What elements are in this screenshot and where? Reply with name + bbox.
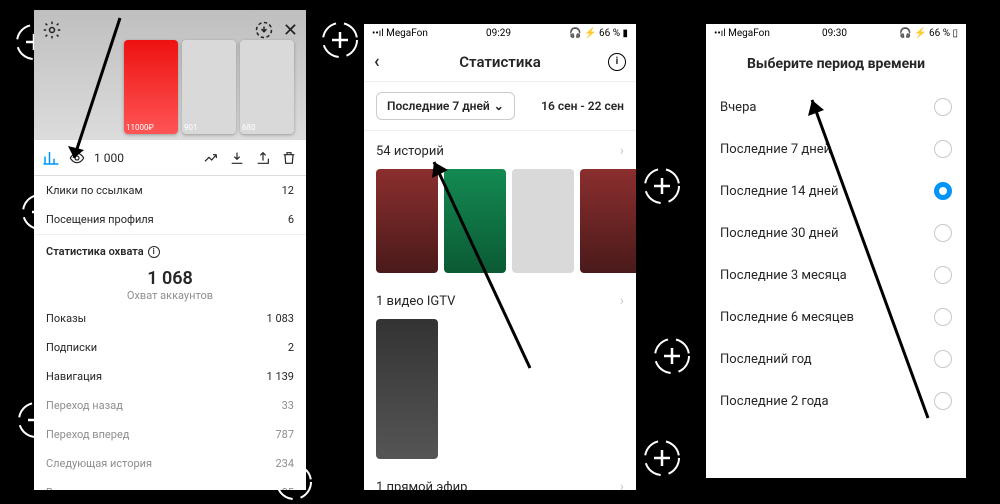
stories-thumbs (364, 165, 636, 281)
stat-value: 12 (282, 184, 294, 197)
igtv-section[interactable]: 1 видео IGTV› (364, 281, 636, 315)
stat-row: Показы1 083 (34, 304, 306, 333)
stat-row: Клики по ссылкам 12 (34, 176, 306, 205)
period-option[interactable]: Последние 30 дней (706, 212, 966, 254)
chevron-right-icon: › (620, 479, 624, 490)
screen-period-picker: ••ıl МegaFon 09:30 🎧 ⚡ 66 % ▯ Выберите п… (706, 24, 966, 478)
period-option[interactable]: Последние 3 месяца (706, 254, 966, 296)
option-label: Последние 7 дней (720, 142, 831, 157)
sheet-title: Выберите период времени (706, 42, 966, 86)
decor-plus (640, 164, 684, 208)
stat-label: Клики по ссылкам (46, 184, 143, 197)
filter-bar: Последние 7 дней ⌄ 16 сен - 22 сен (364, 82, 636, 130)
story-thumb[interactable]: 901 (182, 40, 236, 134)
option-label: Вчера (720, 100, 756, 115)
battery: 🎧 ⚡ 66 % ▯ (899, 28, 958, 39)
status-bar: ••ıl МegaFon 09:29 🎧 ⚡ 66 % ▮ (364, 24, 636, 42)
option-label: Последний год (720, 352, 812, 367)
clock: 09:30 (770, 28, 899, 39)
story-thumb[interactable] (512, 169, 574, 273)
radio-icon (934, 350, 952, 368)
option-label: Последние 3 месяца (720, 268, 847, 283)
period-option[interactable]: Последние 2 года (706, 380, 966, 422)
stat-row: Посещения профиля 6 (34, 205, 306, 234)
story-thumb[interactable]: 680 (240, 40, 294, 134)
reach-accounts: 1 068 Охват аккаунтов (34, 262, 306, 304)
screen-insights: ••ıl МegaFon 09:29 🎧 ⚡ 66 % ▮ ‹ Статисти… (364, 24, 636, 490)
decor-plus (640, 436, 684, 480)
info-icon[interactable]: i (608, 53, 626, 71)
decor-plus (318, 18, 362, 62)
reach-section-title: Статистика охвата i (34, 235, 306, 262)
period-option[interactable]: Последний год (706, 338, 966, 380)
igtv-thumbs (364, 315, 636, 467)
page-title: Статистика (459, 53, 541, 71)
period-option[interactable]: Последние 7 дней (706, 128, 966, 170)
close-icon[interactable]: ✕ (283, 20, 298, 41)
stat-row: Подписки2 (34, 333, 306, 362)
battery: 🎧 ⚡ 66 % ▮ (569, 28, 628, 39)
info-icon[interactable]: i (148, 246, 160, 258)
option-label: Последние 2 года (720, 394, 829, 409)
stat-label: Посещения профиля (46, 213, 154, 226)
growth-icon[interactable] (202, 149, 220, 167)
story-thumb[interactable] (580, 169, 636, 273)
gear-icon[interactable] (42, 20, 62, 40)
stat-value: 6 (288, 213, 294, 226)
clock: 09:29 (428, 28, 569, 39)
radio-icon (934, 98, 952, 116)
carrier: ••ıl МegaFon (714, 28, 770, 39)
story-thumbnails: 11000₽ 901 680 (124, 40, 294, 134)
option-label: Последние 14 дней (720, 184, 838, 199)
stories-section[interactable]: 54 историй› (364, 131, 636, 165)
period-picker[interactable]: Последние 7 дней ⌄ (376, 92, 515, 120)
trash-icon[interactable] (280, 149, 298, 167)
radio-icon (934, 182, 952, 200)
bar-chart-icon[interactable] (42, 149, 60, 167)
nav-row: Переход назад33 (34, 391, 306, 420)
period-option[interactable]: Последние 14 дней (706, 170, 966, 212)
date-range: 16 сен - 22 сен (541, 99, 624, 113)
stat-row: Навигация1 139 (34, 362, 306, 391)
radio-icon (934, 224, 952, 242)
period-option[interactable]: Вчера (706, 86, 966, 128)
decor-plus (650, 334, 694, 378)
screen-story-stats: ✕ 11000₽ 901 680 1 000 Клики по ссылкам … (34, 10, 306, 490)
nav-row: Выходы85 (34, 478, 306, 490)
views-count: 1 000 (94, 151, 124, 165)
option-label: Последние 30 дней (720, 226, 838, 241)
nav-row: Переход вперед787 (34, 420, 306, 449)
stats-tabs: 1 000 (34, 140, 306, 176)
period-option[interactable]: Последние 6 месяцев (706, 296, 966, 338)
chevron-down-icon: ⌄ (494, 99, 504, 113)
live-section[interactable]: 1 прямой эфир› (364, 467, 636, 490)
save-story-icon[interactable] (254, 20, 274, 40)
radio-icon (934, 266, 952, 284)
status-bar: ••ıl МegaFon 09:30 🎧 ⚡ 66 % ▯ (706, 24, 966, 42)
chevron-right-icon: › (620, 293, 624, 309)
share-icon[interactable] (254, 149, 272, 167)
download-icon[interactable] (228, 149, 246, 167)
carrier: ••ıl МegaFon (372, 28, 428, 39)
eye-icon (68, 149, 86, 167)
radio-icon (934, 392, 952, 410)
igtv-thumb[interactable] (376, 319, 438, 459)
radio-icon (934, 140, 952, 158)
nav-row: Следующая история234 (34, 449, 306, 478)
story-thumb[interactable] (444, 169, 506, 273)
story-thumb[interactable]: 11000₽ (124, 40, 178, 134)
radio-icon (934, 308, 952, 326)
option-label: Последние 6 месяцев (720, 310, 854, 325)
chevron-right-icon: › (620, 143, 624, 159)
story-header: ✕ 11000₽ 901 680 (34, 10, 306, 140)
back-icon[interactable]: ‹ (374, 51, 380, 72)
story-thumb[interactable] (376, 169, 438, 273)
page-title-bar: ‹ Статистика i (364, 42, 636, 82)
